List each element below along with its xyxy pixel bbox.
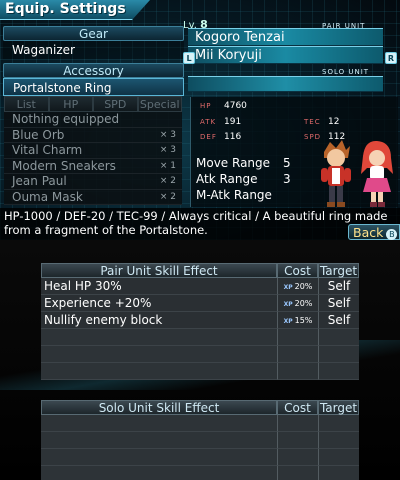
pair-skill-header: Pair Unit Skill Effect Cost Target: [41, 263, 359, 278]
item-qty: × 1: [159, 160, 176, 171]
table-row: [41, 363, 359, 380]
item-name: Nothing equipped: [12, 112, 120, 126]
top-screen: Equip. Settings Gear Waganizer Accessory…: [0, 0, 400, 240]
table-row: [41, 449, 359, 466]
table-row: [41, 432, 359, 449]
xp-icon: XP: [283, 284, 293, 291]
accessory-header: Accessory: [3, 63, 184, 78]
skill-cost: XP 15%: [277, 312, 318, 329]
list-item[interactable]: Ouma Mask × 2: [4, 189, 182, 205]
item-name: Ouma Mask: [12, 189, 83, 204]
skill-target: Self: [318, 278, 359, 295]
unit-kogoro[interactable]: Kogoro Tenzai: [188, 28, 383, 46]
xp-icon: XP: [283, 318, 293, 325]
accessory-slot[interactable]: Portalstone Ring: [3, 78, 184, 96]
item-qty: × 2: [159, 191, 176, 202]
solo-target-header: Target: [318, 400, 359, 415]
stat-value: 191: [224, 117, 242, 127]
list-item[interactable]: Nothing equipped: [4, 112, 182, 128]
tab-special[interactable]: Special: [137, 96, 182, 112]
tab-spd[interactable]: SPD: [93, 96, 138, 112]
xp-icon: XP: [283, 301, 293, 308]
back-label: Back: [353, 225, 384, 240]
bottom-screen: Pair Unit Skill Effect Cost Target Heal …: [0, 240, 400, 480]
pair-effect-header: Pair Unit Skill Effect: [41, 263, 277, 278]
skill-effect: Heal HP 30%: [41, 278, 277, 295]
skill-cost: XP 20%: [277, 278, 318, 295]
gear-slot[interactable]: Waganizer: [3, 41, 184, 59]
skill-target: Self: [318, 312, 359, 329]
stat-key: TEC: [304, 118, 321, 126]
pair-target-header: Target: [318, 263, 359, 278]
mii-sprite: [361, 140, 393, 207]
solo-skill-header: Solo Unit Skill Effect Cost Target: [41, 400, 359, 415]
stat-tec: TEC 12: [304, 117, 339, 127]
list-item[interactable]: Vital Charm × 3: [4, 143, 182, 159]
item-name: Blue Orb: [12, 127, 65, 142]
stat-key: HP: [200, 102, 212, 110]
item-name: Jean Paul: [12, 174, 67, 188]
item-qty: × 3: [159, 129, 176, 140]
move-range-value: 5: [283, 156, 291, 170]
back-button[interactable]: Back B: [348, 224, 400, 240]
solo-unit-slot[interactable]: [188, 76, 383, 92]
table-row[interactable]: Heal HP 30% XP 20% Self: [41, 278, 359, 295]
l-button-icon[interactable]: L: [183, 52, 195, 64]
solo-skill-table: Solo Unit Skill Effect Cost Target: [41, 400, 359, 480]
table-row: [41, 466, 359, 480]
equip-slots-panel: Gear Waganizer Accessory Portalstone Rin…: [3, 26, 184, 96]
skill-effect: Experience +20%: [41, 295, 277, 312]
gear-header: Gear: [3, 26, 184, 41]
item-name: Modern Sneakers: [12, 158, 116, 173]
title-bar: Equip. Settings: [0, 0, 150, 20]
skill-effect: Nullify enemy block: [41, 312, 277, 329]
list-item[interactable]: Jean Paul × 2: [4, 174, 182, 190]
solo-cost-header: Cost: [277, 400, 318, 415]
table-row: [41, 415, 359, 432]
list-tabs: List HP SPD Special: [4, 96, 182, 112]
stat-value: 12: [328, 117, 340, 127]
unit-mii[interactable]: Mii Koryuji: [188, 46, 383, 64]
table-row[interactable]: Experience +20% XP 20% Self: [41, 295, 359, 312]
table-row: [41, 346, 359, 363]
table-row: [41, 329, 359, 346]
b-button-icon: B: [386, 229, 398, 240]
table-row[interactable]: Nullify enemy block XP 15% Self: [41, 312, 359, 329]
list-item[interactable]: Blue Orb × 3: [4, 127, 182, 143]
inventory-list: Nothing equipped Blue Orb × 3 Vital Charm…: [4, 112, 182, 205]
screen-title: Equip. Settings: [5, 1, 126, 17]
r-button-icon[interactable]: R: [385, 52, 397, 64]
solo-unit-label: SOLO UNIT: [322, 68, 370, 76]
stat-def: DEF 116: [200, 132, 241, 142]
atk-range-label: Atk Range: [196, 172, 258, 186]
skill-target: Self: [318, 295, 359, 312]
stat-value: 116: [224, 132, 242, 142]
range-stats: Move Range 5 Atk Range 3 M-Atk Range: [196, 155, 306, 203]
pair-skill-table: Pair Unit Skill Effect Cost Target Heal …: [41, 263, 359, 380]
item-qty: × 3: [159, 145, 176, 155]
move-range-label: Move Range: [196, 156, 271, 170]
item-qty: × 2: [159, 176, 176, 186]
pair-cost-header: Cost: [277, 263, 318, 278]
tab-hp[interactable]: HP: [48, 96, 93, 112]
stat-key: DEF: [200, 133, 217, 141]
skill-cost: XP 20%: [277, 295, 318, 312]
atk-range-value: 3: [283, 172, 291, 186]
stat-key: ATK: [200, 118, 217, 126]
tab-list[interactable]: List: [4, 96, 49, 112]
stat-value: 4760: [224, 101, 247, 111]
item-description: HP-1000 / DEF-20 / TEC-99 / Always criti…: [0, 208, 400, 240]
solo-effect-header: Solo Unit Skill Effect: [41, 400, 277, 415]
move-range: Move Range 5: [196, 155, 306, 171]
item-name: Vital Charm: [12, 143, 83, 157]
kogoro-sprite: [321, 140, 351, 207]
matk-range-label: M-Atk Range: [196, 188, 272, 202]
matk-range: M-Atk Range: [196, 187, 306, 203]
list-item[interactable]: Modern Sneakers × 1: [4, 158, 182, 174]
stat-atk: ATK 191: [200, 117, 241, 127]
atk-range: Atk Range 3: [196, 171, 306, 187]
stat-hp: HP 4760: [200, 101, 247, 111]
